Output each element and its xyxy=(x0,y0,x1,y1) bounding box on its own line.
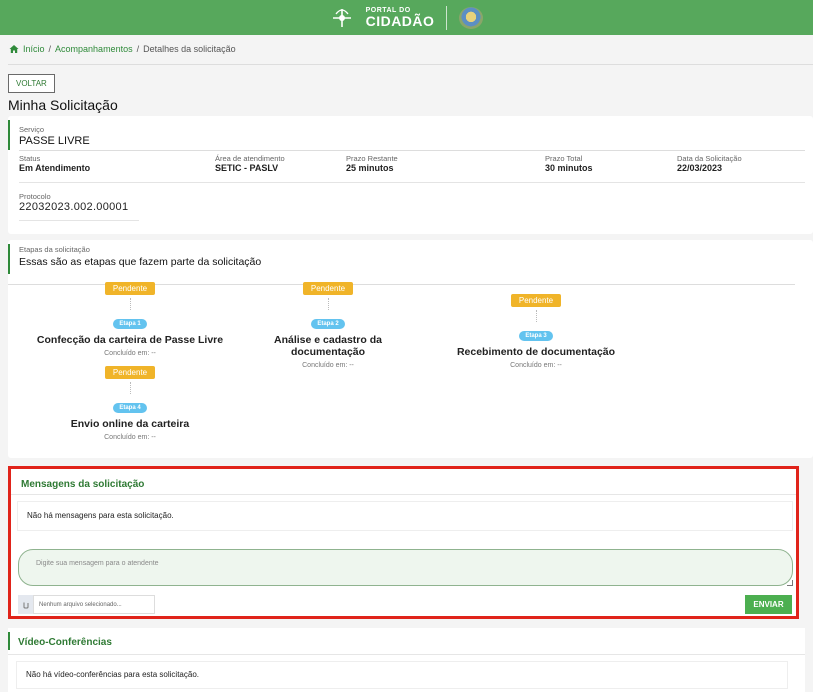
send-button[interactable]: ENVIAR xyxy=(745,595,792,614)
prazo-restante-label: Prazo Restante xyxy=(346,154,398,163)
status-value: Em Atendimento xyxy=(19,163,91,173)
protocolo-label: Protocolo xyxy=(19,192,51,201)
divider xyxy=(19,150,805,151)
portal-logo-text: PORTAL DO CIDADÃO xyxy=(366,7,435,28)
pending-badge: Pendente xyxy=(510,294,562,307)
messages-title: Mensagens da solicitação xyxy=(21,479,145,490)
breadcrumb-separator: / xyxy=(136,44,140,54)
prazo-restante-value: 25 minutos xyxy=(346,163,394,173)
stage-connector xyxy=(129,382,131,394)
service-card: Serviço PASSE LIVRE Status Em Atendiment… xyxy=(8,116,813,234)
protocolo-value: 22032023.002.00001 xyxy=(19,201,129,213)
prazo-total-label: Prazo Total xyxy=(545,154,583,163)
etapa-badge: Etapa 4 xyxy=(113,403,147,413)
data-solicitacao-label: Data da Solicitação xyxy=(677,154,742,163)
messages-section: Mensagens da solicitação Não há mensagen… xyxy=(8,466,799,619)
divider xyxy=(11,494,796,495)
prazo-total-value: 30 minutos xyxy=(545,163,593,173)
area-field: Área de atendimento SETIC - PASLV xyxy=(215,154,285,173)
divider xyxy=(8,64,813,65)
logo-divider xyxy=(446,5,448,30)
top-header-bar: PORTAL DO CIDADÃO xyxy=(0,0,813,35)
stage-connector xyxy=(129,298,131,310)
file-upload[interactable]: Nenhum arquivo selecionado... xyxy=(18,595,155,614)
pending-badge: Pendente xyxy=(104,366,156,379)
protocolo-field: Protocolo 22032023.002.00001 xyxy=(19,192,128,213)
prazo-restante-field: Prazo Restante 25 minutos xyxy=(346,154,398,173)
stage-title: Confecção da carteira de Passe Livre xyxy=(36,334,224,346)
divider xyxy=(8,654,805,655)
data-solicitacao-value: 22/03/2023 xyxy=(677,163,723,173)
stage-connector xyxy=(327,298,329,310)
prazo-total-field: Prazo Total 30 minutos xyxy=(545,154,593,173)
home-icon[interactable] xyxy=(9,44,19,54)
status-label: Status xyxy=(19,154,41,163)
stage-completed-at: Concluído em: -- xyxy=(104,350,156,357)
etapa-badge: Etapa 3 xyxy=(519,331,553,341)
message-input[interactable]: Digite sua mensagem para o atendente xyxy=(18,549,793,586)
back-button[interactable]: VOLTAR xyxy=(8,74,55,93)
card-accent xyxy=(8,120,10,150)
no-messages-text: Não há mensagens para esta solicitação. xyxy=(17,501,793,531)
breadcrumb: Início / Acompanhamentos / Detalhes da s… xyxy=(9,44,236,54)
breadcrumb-separator: / xyxy=(48,44,52,54)
video-title: Vídeo-Conferências xyxy=(18,637,112,648)
data-solicitacao-field: Data da Solicitação 22/03/2023 xyxy=(677,154,742,173)
card-accent xyxy=(8,244,10,274)
file-name-field[interactable]: Nenhum arquivo selecionado... xyxy=(33,595,155,614)
resize-handle-icon[interactable] xyxy=(787,580,793,586)
pending-badge: Pendente xyxy=(302,282,354,295)
stage-title: Envio online da carteira xyxy=(70,418,190,430)
stage-completed-at: Concluído em: -- xyxy=(510,362,562,369)
stages-subtitle: Essas são as etapas que fazem parte da s… xyxy=(19,256,262,268)
stage-item: Pendente Etapa 2 Análise e cadastro da d… xyxy=(258,278,398,369)
service-field: Serviço PASSE LIVRE xyxy=(19,125,90,147)
stage-title: Análise e cadastro da documentação xyxy=(274,334,382,358)
logo-line2: CIDADÃO xyxy=(365,13,435,29)
stage-title: Recebimento de documentação xyxy=(456,346,616,358)
stage-connector xyxy=(535,310,537,322)
stage-completed-at: Concluído em: -- xyxy=(104,434,156,441)
breadcrumb-home-link[interactable]: Início xyxy=(23,44,45,54)
etapa-badge: Etapa 2 xyxy=(311,319,345,329)
breadcrumb-current: Detalhes da solicitação xyxy=(143,44,236,54)
state-seal-icon xyxy=(459,6,484,29)
page-title: Minha Solicitação xyxy=(8,97,118,113)
portal-logo-icon xyxy=(332,8,351,27)
stages-card: Etapas da solicitação Essas são as etapa… xyxy=(8,240,813,458)
no-video-text: Não há vídeo-conferências para esta soli… xyxy=(16,661,788,689)
area-label: Área de atendimento xyxy=(215,154,285,163)
divider xyxy=(19,182,805,183)
status-field: Status Em Atendimento xyxy=(19,154,90,173)
divider xyxy=(19,220,139,221)
stage-item: Pendente Etapa 3 Recebimento de document… xyxy=(436,290,636,369)
service-value: PASSE LIVRE xyxy=(19,135,90,147)
stage-completed-at: Concluído em: -- xyxy=(302,362,354,369)
etapa-badge: Etapa 1 xyxy=(113,319,147,329)
pending-badge: Pendente xyxy=(104,282,156,295)
stage-item: Pendente Etapa 1 Confecção da carteira d… xyxy=(30,278,230,357)
service-label: Serviço xyxy=(19,125,45,134)
stages-label: Etapas da solicitação xyxy=(19,245,90,254)
breadcrumb-acompanhamentos-link[interactable]: Acompanhamentos xyxy=(55,44,133,54)
stage-item: Pendente Etapa 4 Envio online da carteir… xyxy=(30,362,230,441)
card-accent xyxy=(8,632,10,650)
area-value: SETIC - PASLV xyxy=(215,163,279,173)
video-conferences-section: Vídeo-Conferências Não há vídeo-conferên… xyxy=(8,628,805,692)
attach-icon[interactable] xyxy=(18,595,33,614)
